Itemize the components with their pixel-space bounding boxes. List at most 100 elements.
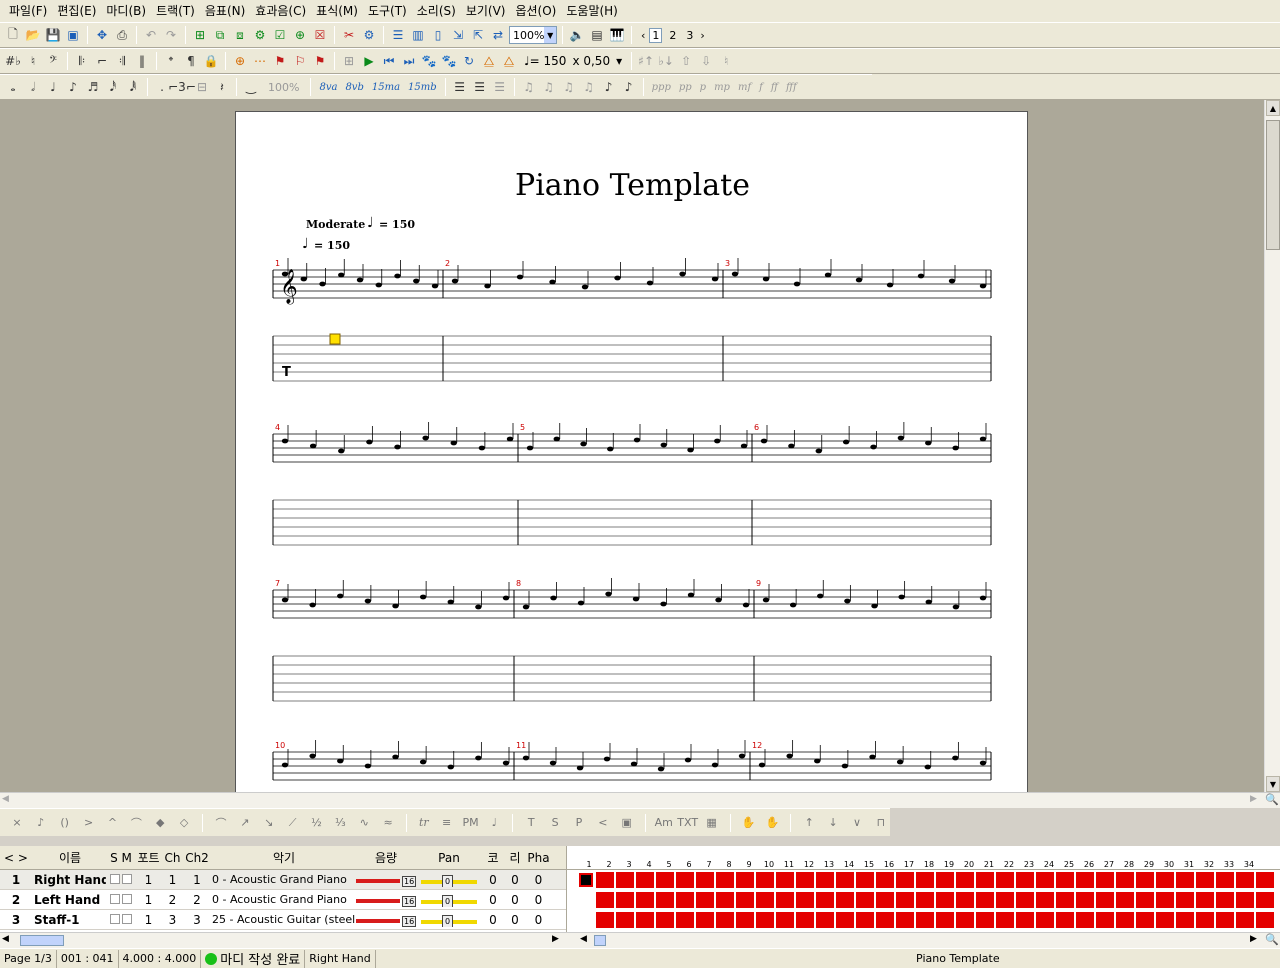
countdown-icon[interactable]: ⧋ bbox=[500, 52, 518, 70]
natural-icon[interactable]: ♮ bbox=[717, 52, 735, 70]
solo-checkbox[interactable] bbox=[110, 913, 120, 924]
dynamic-p-icon[interactable]: p bbox=[697, 78, 709, 96]
pan-slider[interactable]: 0 bbox=[416, 913, 482, 927]
stem-flip-icon[interactable]: ♪ bbox=[620, 78, 638, 96]
solo-mute-toggles[interactable] bbox=[106, 913, 136, 927]
heavy-accent-icon[interactable]: ^ bbox=[104, 814, 122, 832]
beam-break-icon[interactable]: ♫ bbox=[540, 78, 558, 96]
bar-cell[interactable] bbox=[755, 911, 775, 929]
piano-keyboard-icon[interactable]: 🎹 bbox=[608, 26, 626, 44]
whole-note-icon[interactable]: 𝅝 bbox=[4, 78, 22, 96]
mute-checkbox[interactable] bbox=[122, 913, 132, 924]
bar-cell[interactable] bbox=[815, 891, 835, 909]
track-name[interactable]: Staff-1 bbox=[32, 913, 106, 927]
bar-cell[interactable] bbox=[895, 891, 915, 909]
dynamic-mp-icon[interactable]: mp bbox=[711, 78, 733, 96]
dynamic-mf-icon[interactable]: mf bbox=[735, 78, 754, 96]
bar-row-track-2[interactable] bbox=[567, 890, 1280, 910]
scroll-right-icon[interactable]: ▶ bbox=[552, 934, 559, 944]
cut-icon[interactable]: ✂ bbox=[340, 26, 358, 44]
scroll-right-icon[interactable]: ▶ bbox=[1250, 794, 1257, 804]
track-channel2[interactable]: 1 bbox=[184, 873, 210, 887]
vibrato-icon[interactable]: ∿ bbox=[355, 814, 373, 832]
stroke-down-icon[interactable]: ✋ bbox=[740, 814, 758, 832]
bar-cell[interactable] bbox=[855, 891, 875, 909]
coda-icon[interactable]: 𝄌 bbox=[162, 52, 180, 70]
solo-checkbox[interactable] bbox=[110, 873, 120, 884]
metronome-icon[interactable]: ⧋ bbox=[480, 52, 498, 70]
bar-cell[interactable] bbox=[995, 891, 1015, 909]
bar-cell[interactable] bbox=[775, 891, 795, 909]
bar-cell[interactable] bbox=[1135, 871, 1155, 889]
solo-mute-toggles[interactable] bbox=[106, 873, 136, 887]
panel-splitter[interactable] bbox=[0, 836, 1280, 846]
next-page-icon[interactable]: › bbox=[700, 29, 704, 42]
tremolo-icon[interactable]: ≡ bbox=[438, 814, 456, 832]
bar-cell[interactable] bbox=[615, 891, 635, 909]
page-2[interactable]: 2 bbox=[666, 28, 679, 43]
menu-tools[interactable]: 도구(T) bbox=[363, 1, 412, 21]
scroll-thumb[interactable] bbox=[594, 935, 606, 946]
ottava-alta-icon[interactable]: 8va bbox=[316, 78, 340, 96]
bar-cell[interactable] bbox=[1055, 891, 1075, 909]
bar-cell[interactable] bbox=[1195, 871, 1215, 889]
voice-1-icon[interactable]: ☰ bbox=[451, 78, 469, 96]
add-track-icon[interactable]: ⊞ bbox=[191, 26, 209, 44]
bar-cell[interactable] bbox=[1055, 911, 1075, 929]
bar-cell[interactable] bbox=[1035, 871, 1055, 889]
bar-cell[interactable] bbox=[855, 911, 875, 929]
rewind-icon[interactable]: ⏮ bbox=[380, 52, 398, 70]
print-icon[interactable]: ⎙ bbox=[113, 26, 131, 44]
menu-markers[interactable]: 표식(M) bbox=[311, 1, 363, 21]
bar-cell[interactable] bbox=[755, 891, 775, 909]
bar-cell[interactable] bbox=[1115, 891, 1135, 909]
string-down-icon[interactable]: ⇩ bbox=[697, 52, 715, 70]
paragraph-icon[interactable]: ¶ bbox=[182, 52, 200, 70]
phaser-value[interactable]: 0 bbox=[526, 913, 551, 927]
bar-cell[interactable] bbox=[1175, 871, 1195, 889]
stem-auto-icon[interactable]: ♪ bbox=[600, 78, 618, 96]
delete-bar-icon[interactable]: ☒ bbox=[311, 26, 329, 44]
bar-row-track-3[interactable] bbox=[567, 910, 1280, 930]
bar-cell[interactable] bbox=[1155, 891, 1175, 909]
check-icon[interactable]: ☑ bbox=[271, 26, 289, 44]
fraction-dropdown-icon[interactable]: ⅓ bbox=[331, 814, 349, 832]
bar-cell[interactable] bbox=[835, 891, 855, 909]
guitar-fretboard-icon[interactable]: ▤ bbox=[588, 26, 606, 44]
track-row[interactable]: 1 Right Hand 1 1 1 0 - Acoustic Grand Pi… bbox=[0, 870, 566, 890]
repeat-icon[interactable]: ↻ bbox=[460, 52, 478, 70]
staccato-icon[interactable]: ♩ bbox=[485, 814, 503, 832]
dead-note-icon[interactable]: × bbox=[8, 814, 26, 832]
text-icon[interactable]: TXT bbox=[677, 814, 698, 832]
bar-cell[interactable] bbox=[795, 871, 815, 889]
menu-effects[interactable]: 효과음(C) bbox=[250, 1, 311, 21]
bar-cell[interactable] bbox=[915, 891, 935, 909]
string-up-icon[interactable]: ⇧ bbox=[677, 52, 695, 70]
scroll-down-icon[interactable]: ▼ bbox=[1266, 776, 1280, 792]
bar-cell[interactable] bbox=[1035, 911, 1055, 929]
page-3[interactable]: 3 bbox=[683, 28, 696, 43]
bar-cell[interactable] bbox=[815, 871, 835, 889]
bar-cell[interactable] bbox=[595, 871, 615, 889]
bar-cell[interactable] bbox=[1155, 911, 1175, 929]
bar-cell[interactable] bbox=[975, 911, 995, 929]
voice-3-icon[interactable]: ☰ bbox=[491, 78, 509, 96]
palm-mute-icon[interactable]: PM bbox=[462, 814, 480, 832]
bar-cell[interactable] bbox=[695, 891, 715, 909]
bar-cell[interactable] bbox=[715, 911, 735, 929]
copy-track-icon[interactable]: ⧉ bbox=[211, 26, 229, 44]
track-name[interactable]: Right Hand bbox=[32, 873, 106, 887]
track-channel[interactable]: 3 bbox=[161, 913, 184, 927]
scroll-left-icon[interactable]: ◀ bbox=[2, 934, 9, 944]
parchment-view-icon[interactable]: ⇱ bbox=[469, 26, 487, 44]
bar-cell[interactable] bbox=[1015, 871, 1035, 889]
bar-cell[interactable] bbox=[695, 911, 715, 929]
dynamic-pp-icon[interactable]: pp bbox=[676, 78, 695, 96]
paste-track-icon[interactable]: ⧈ bbox=[231, 26, 249, 44]
dynamic-f-icon[interactable]: f bbox=[756, 78, 766, 96]
solo-mute-toggles[interactable] bbox=[106, 893, 136, 907]
track-settings-icon[interactable]: ⚙ bbox=[251, 26, 269, 44]
track-instrument[interactable]: 25 - Acoustic Guitar (steel) bbox=[210, 913, 356, 926]
score-page[interactable]: Piano Template Moderate ♩ = 150 ♩ = 150 … bbox=[235, 111, 1028, 792]
bar-cell[interactable] bbox=[1235, 871, 1255, 889]
